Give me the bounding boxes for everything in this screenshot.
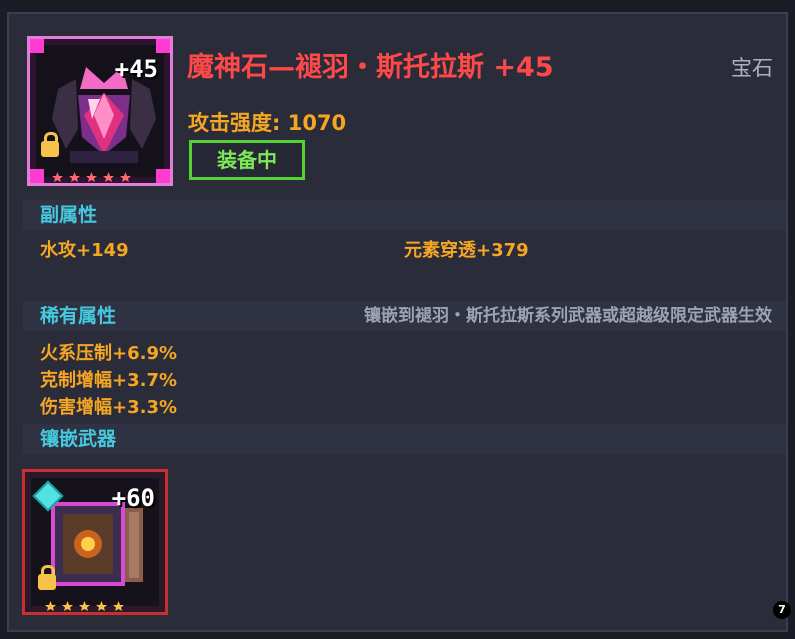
rare-stat: 火系压制+6.9% — [40, 343, 178, 364]
slot-corner-decoration — [30, 39, 44, 53]
weapon-level-badge: +60 — [111, 484, 155, 512]
rare-stats-label: 稀有属性 — [40, 305, 117, 327]
slot-corner-decoration — [156, 39, 170, 53]
secondary-stats-label: 副属性 — [40, 204, 98, 226]
equipped-badge: 装备中 — [189, 140, 305, 180]
secondary-stats-header: 副属性 — [23, 200, 786, 230]
star-icon — [52, 167, 63, 182]
secondary-stat: 元素穿透+379 — [404, 240, 529, 261]
star-icon — [69, 167, 80, 182]
secondary-stat: 水攻+149 — [40, 240, 129, 261]
corner-badge: 7 — [773, 601, 791, 619]
rare-stats-note: 镶嵌到褪羽・斯托拉斯系列武器或超越级限定武器生效 — [364, 306, 772, 326]
gem-star-rating — [52, 167, 131, 182]
star-icon — [103, 167, 114, 182]
lock-icon — [41, 132, 59, 157]
rare-stats-header: 稀有属性 镶嵌到褪羽・斯托拉斯系列武器或超越级限定武器生效 — [23, 301, 786, 331]
socketed-weapon-slot[interactable]: +60 — [22, 469, 168, 615]
gem-level-badge: +45 — [114, 55, 158, 83]
star-icon — [79, 596, 90, 611]
star-icon — [113, 596, 124, 611]
socketed-weapon-header: 镶嵌武器 — [23, 424, 786, 454]
item-type-label: 宝石 — [731, 56, 773, 80]
star-icon — [45, 596, 56, 611]
socketed-weapon-label: 镶嵌武器 — [40, 428, 117, 450]
star-icon — [86, 167, 97, 182]
star-icon — [120, 167, 131, 182]
slot-corner-decoration — [30, 169, 44, 183]
rare-stat: 克制增幅+3.7% — [40, 370, 178, 391]
rare-stat: 伤害增幅+3.3% — [40, 397, 178, 418]
star-icon — [96, 596, 107, 611]
item-title: 魔神石—褪羽・斯托拉斯 +45 — [187, 52, 554, 83]
attack-power: 攻击强度: 1070 — [188, 111, 347, 135]
slot-corner-decoration — [156, 169, 170, 183]
weapon-star-rating — [45, 596, 124, 611]
lock-icon — [38, 565, 56, 590]
star-icon — [62, 596, 73, 611]
gem-item-slot[interactable]: +45 — [27, 36, 173, 186]
